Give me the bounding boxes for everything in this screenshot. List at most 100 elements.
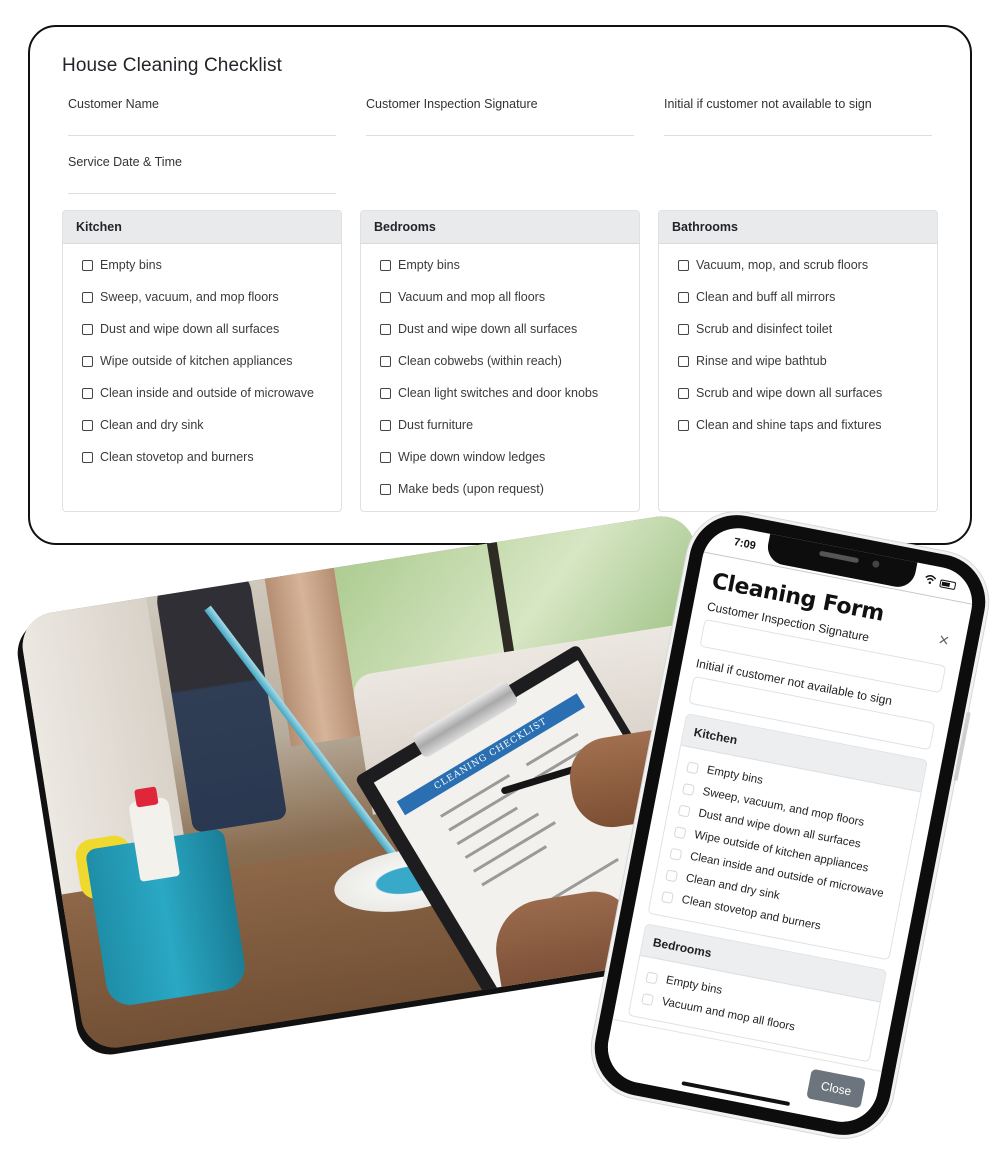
speaker-icon [818,550,860,564]
checklist-item-label: Dust and wipe down all surfaces [398,322,578,336]
section-bathrooms: Bathrooms Vacuum, mop, and scrub floors C… [658,210,938,512]
checklist-item[interactable]: Dust and wipe down all surfaces [82,322,341,354]
checkbox[interactable] [82,292,93,303]
checklist-item[interactable]: Vacuum and mop all floors [380,290,639,322]
section-header: Kitchen [63,211,341,244]
photo-paper-line [481,845,548,887]
section-kitchen: Kitchen Empty bins Sweep, vacuum, and mop… [647,713,928,961]
checkbox[interactable] [682,782,695,796]
checklist-item-label: Vacuum, mop, and scrub floors [696,258,869,272]
checklist: Vacuum, mop, and scrub floors Clean and b… [659,244,937,450]
checkbox[interactable] [678,260,689,271]
field-label: Initial if customer not available to sig… [664,97,872,111]
checklist-item[interactable]: Clean inside and outside of microwave [82,386,341,418]
checkbox[interactable] [686,760,700,774]
checklist-item[interactable]: Empty bins [380,258,639,290]
checklist-item-label: Empty bins [100,258,162,272]
checklist-item[interactable]: Rinse and wipe bathtub [678,354,937,386]
checkbox[interactable] [661,890,674,904]
checkbox[interactable] [678,356,689,367]
checklist-item[interactable]: Clean and dry sink [82,418,341,450]
checklist-item-label: Rinse and wipe bathtub [696,354,827,368]
checkbox[interactable] [380,452,391,463]
checkbox[interactable] [82,452,93,463]
checklist-item-label: Clean and buff all mirrors [696,290,836,304]
checkbox[interactable] [82,324,93,335]
checklist-item[interactable]: Make beds (upon request) [380,482,639,511]
close-button[interactable]: Close [806,1068,866,1109]
checklist-item-label: Clean and shine taps and fixtures [696,418,882,432]
page-title: House Cleaning Checklist [62,55,282,76]
service-date-input[interactable] [68,193,336,194]
photo-bottle-cap [134,786,159,808]
checkbox[interactable] [82,260,93,271]
checklist: Empty bins Vacuum and mop all floors Dust … [361,244,639,511]
checklist-item[interactable]: Scrub and disinfect toilet [678,322,937,354]
checkbox[interactable] [380,388,391,399]
checklist-item[interactable]: Dust furniture [380,418,639,450]
checklist-item-label: Clean and dry sink [100,418,204,432]
checklist-item[interactable]: Clean cobwebs (within reach) [380,354,639,386]
checkbox[interactable] [380,356,391,367]
checklist: Empty bins Sweep, vacuum, and mop floors D… [63,244,341,482]
checklist-item[interactable]: Wipe outside of kitchen appliances [82,354,341,386]
checklist-item-label: Clean stovetop and burners [100,450,254,464]
checklist-item[interactable]: Clean stovetop and burners [82,450,341,482]
checklist-item-label: Dust furniture [398,418,474,432]
customer-name-field: Customer Name [68,97,336,136]
checkbox[interactable] [645,970,659,984]
phone-side-button [953,711,971,782]
customer-name-input[interactable] [68,135,336,136]
checklist-item[interactable]: Scrub and wipe down all surfaces [678,386,937,418]
checkbox[interactable] [380,324,391,335]
checkbox[interactable] [665,868,679,882]
status-icons [923,573,957,592]
checklist-item-label: Make beds (upon request) [398,482,544,496]
checklist-item-label: Dust and wipe down all surfaces [100,322,280,336]
checkbox[interactable] [677,804,691,818]
camera-icon [871,559,880,569]
checklist-item[interactable]: Clean and shine taps and fixtures [678,418,937,450]
checkbox[interactable] [380,292,391,303]
checklist-item[interactable]: Clean light switches and door knobs [380,386,639,418]
checkbox[interactable] [82,356,93,367]
checkbox[interactable] [678,388,689,399]
checkbox[interactable] [380,484,391,495]
checkbox[interactable] [82,420,93,431]
field-label: Service Date & Time [68,155,182,169]
checkbox[interactable] [380,260,391,271]
checkbox[interactable] [673,825,687,839]
field-label: Customer Name [68,97,159,111]
initial-input[interactable] [664,135,932,136]
checkbox[interactable] [678,324,689,335]
checklist-item-label: Wipe down window ledges [398,450,546,464]
section-header: Bedrooms [361,211,639,244]
checkbox[interactable] [641,992,655,1006]
checklist-item-label: Clean cobwebs (within reach) [398,354,562,368]
checklist-item-label: Scrub and wipe down all surfaces [696,386,883,400]
checklist-item-label: Vacuum and mop all floors [398,290,546,304]
checkbox[interactable] [678,292,689,303]
checklist-item-label: Empty bins [398,258,460,272]
photo-paper-line [456,806,519,846]
checkbox[interactable] [669,847,683,861]
section-header: Bathrooms [659,211,937,244]
customer-signature-input[interactable] [366,135,634,136]
checklist-item-label: Clean inside and outside of microwave [100,386,315,400]
checklist-item[interactable]: Sweep, vacuum, and mop floors [82,290,341,322]
checkbox[interactable] [678,420,689,431]
checklist-item[interactable]: Clean and buff all mirrors [678,290,937,322]
checklist-item[interactable]: Dust and wipe down all surfaces [380,322,639,354]
checkbox[interactable] [380,420,391,431]
wifi-icon [923,573,937,588]
field-label: Customer Inspection Signature [366,97,538,111]
customer-signature-field: Customer Inspection Signature [366,97,634,136]
checklist-item-label: Sweep, vacuum, and mop floors [100,290,279,304]
service-date-field: Service Date & Time [68,155,336,194]
checklist-item[interactable]: Vacuum, mop, and scrub floors [678,258,937,290]
status-time: 7:09 [732,536,757,553]
checklist-item[interactable]: Empty bins [82,258,341,290]
checklist-item[interactable]: Wipe down window ledges [380,450,639,482]
desktop-checklist-card: House Cleaning Checklist Customer Name C… [28,25,972,545]
checkbox[interactable] [82,388,93,399]
